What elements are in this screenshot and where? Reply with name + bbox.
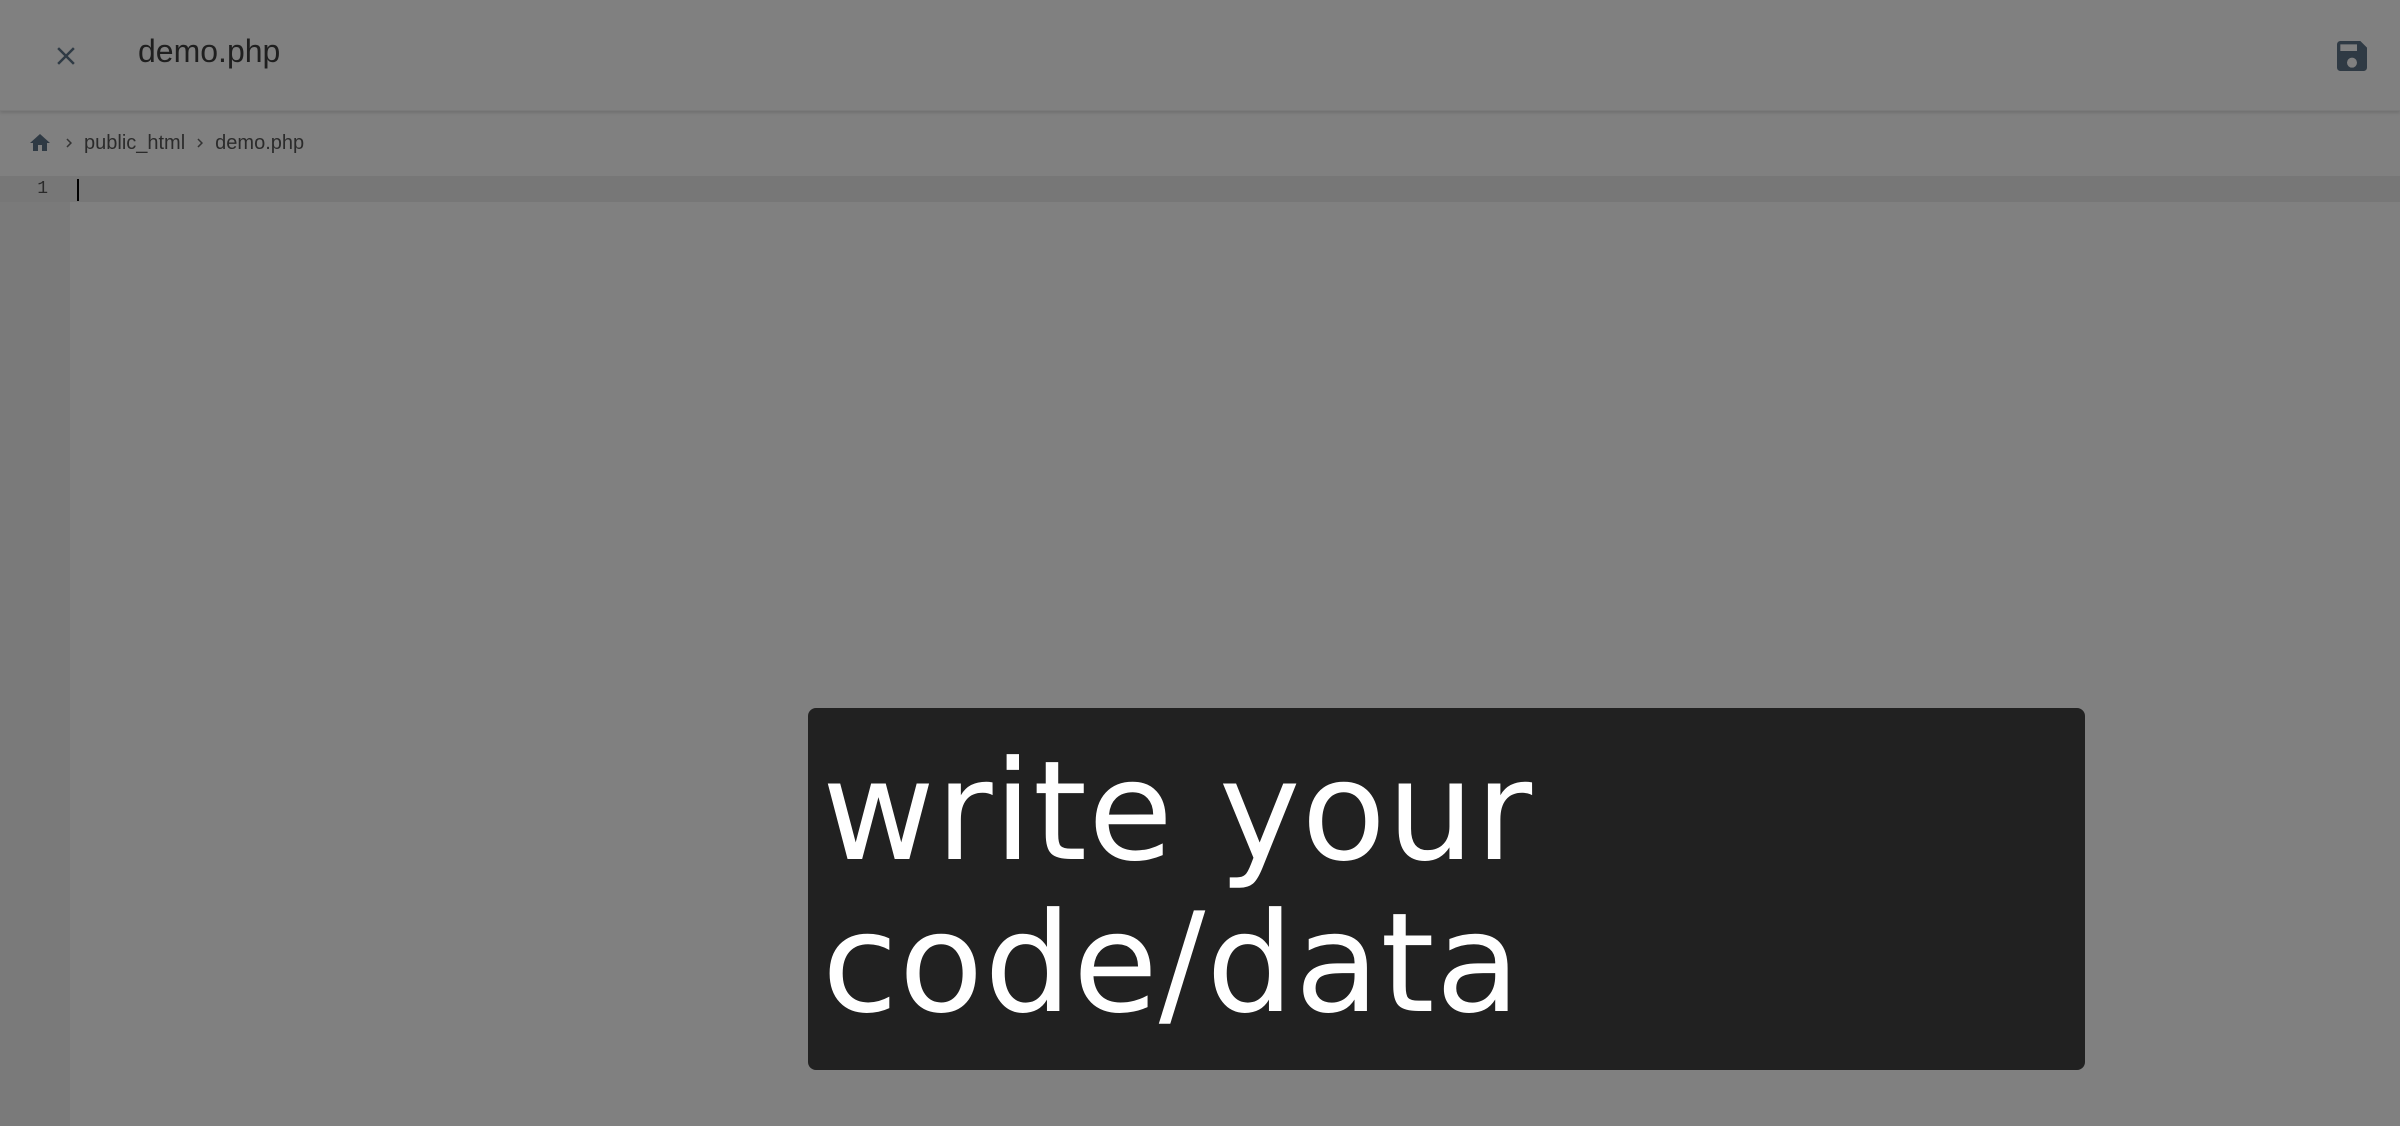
file-title: demo.php <box>138 33 281 69</box>
chevron-right-icon <box>58 132 80 154</box>
text-cursor <box>77 179 79 201</box>
line-number-gutter <box>0 176 70 1126</box>
editor-header: demo.php <box>0 0 2400 111</box>
breadcrumb: public_html demo.php <box>28 128 304 158</box>
overlay-text-line-2: code/data <box>822 883 1522 1044</box>
line-number: 1 <box>37 179 48 199</box>
breadcrumb-item-current-file[interactable]: demo.php <box>215 132 304 155</box>
save-button[interactable] <box>2324 30 2380 82</box>
chevron-right-icon <box>189 132 211 154</box>
close-icon <box>57 47 75 65</box>
overlay-text-line-1: write your <box>822 731 1534 892</box>
breadcrumb-home[interactable] <box>28 130 54 156</box>
file-editor: demo.php public_html demo.php 1 write yo… <box>0 0 2400 1126</box>
instruction-overlay: write your code/data <box>808 708 2085 1070</box>
save-icon <box>2337 41 2367 71</box>
breadcrumb-item-public-html[interactable]: public_html <box>84 132 185 155</box>
close-button[interactable] <box>40 30 92 82</box>
home-icon <box>30 134 50 151</box>
